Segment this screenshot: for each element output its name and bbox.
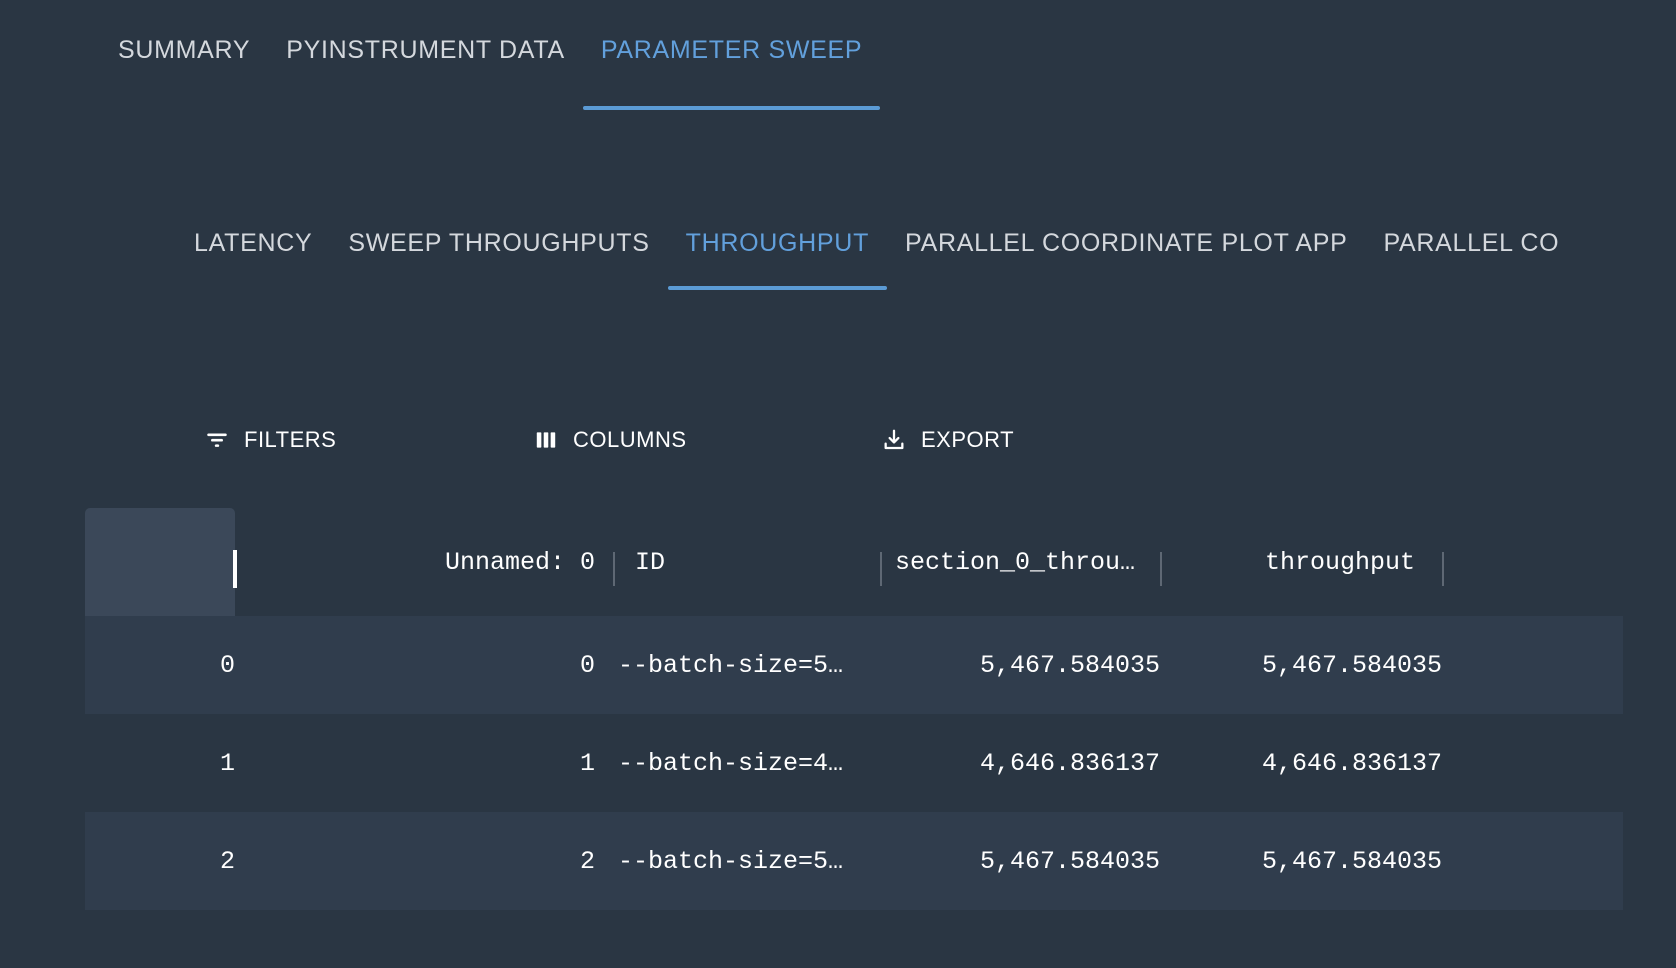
sub-tab-bar: LATENCY SWEEP THROUGHPUTS THROUGHPUT PAR… [0,196,1676,294]
subtab-throughput-label: THROUGHPUT [686,229,869,258]
export-button-label: EXPORT [921,429,1014,451]
column-header-unnamed-0-label: Unnamed: 0 [445,548,595,577]
cell-row-number-value: 1 [220,749,235,778]
column-separator-2[interactable] [880,552,882,586]
subtab-parallel-co[interactable]: PARALLEL CO [1365,196,1577,290]
columns-button-label: COLUMNS [573,429,687,451]
subtab-parallel-coordinate-plot-app-label: PARALLEL COORDINATE PLOT APP [905,229,1347,258]
cell-id-value: --batch-size=5… [618,847,843,876]
cell-section-0-throughput[interactable]: 5,467.584035 [875,616,1160,714]
subtab-sweep-throughputs[interactable]: SWEEP THROUGHPUTS [330,196,667,290]
cell-section-0-throughput[interactable]: 5,467.584035 [875,812,1160,910]
tab-summary-label: SUMMARY [118,36,250,65]
header-cell-cursor [233,550,237,588]
column-header-id-label: ID [635,548,665,577]
subtab-parallel-co-label: PARALLEL CO [1383,229,1559,258]
subtab-throughput[interactable]: THROUGHPUT [668,196,887,290]
main-tab-list: SUMMARY PYINSTRUMENT DATA PARAMETER SWEE… [100,36,880,110]
cell-throughput[interactable]: 4,646.836137 [1155,714,1442,812]
cell-unnamed-0[interactable]: 0 [255,616,595,714]
cell-section-0-throughput-value: 5,467.584035 [980,847,1160,876]
columns-button[interactable]: COLUMNS [525,412,695,468]
tab-summary[interactable]: SUMMARY [100,36,268,110]
cell-throughput[interactable]: 5,467.584035 [1155,616,1442,714]
sub-tab-list: LATENCY SWEEP THROUGHPUTS THROUGHPUT PAR… [176,196,1577,290]
download-icon [881,427,907,453]
subtab-parallel-coordinate-plot-app[interactable]: PARALLEL COORDINATE PLOT APP [887,196,1365,290]
cell-row-number-value: 2 [220,847,235,876]
cell-throughput-value: 5,467.584035 [1262,651,1442,680]
cell-row-number: 0 [85,616,235,714]
cell-throughput-value: 4,646.836137 [1262,749,1442,778]
cell-section-0-throughput[interactable]: 4,646.836137 [875,714,1160,812]
cell-id[interactable]: --batch-size=5… [618,616,858,714]
view-columns-icon [533,427,559,453]
table-row[interactable]: 2 2 --batch-size=5… 5,467.584035 5,467.5… [85,812,1623,910]
cell-throughput[interactable]: 5,467.584035 [1155,812,1442,910]
subtab-latency[interactable]: LATENCY [176,196,330,290]
cell-unnamed-0-value: 0 [580,651,595,680]
main-tab-bar: SUMMARY PYINSTRUMENT DATA PARAMETER SWEE… [0,0,1676,118]
cell-unnamed-0-value: 1 [580,749,595,778]
parameter-sweep-page: SUMMARY PYINSTRUMENT DATA PARAMETER SWEE… [0,0,1676,968]
column-header-unnamed-0[interactable]: Unnamed: 0 [255,508,595,616]
cell-row-number: 1 [85,714,235,812]
cell-row-number-value: 0 [220,651,235,680]
export-button[interactable]: EXPORT [873,412,1022,468]
column-header-throughput-label: throughput [1265,548,1415,577]
cell-id-value: --batch-size=5… [618,651,843,680]
grid-toolbar: FILTERS COLUMNS EXPORT [0,412,1676,474]
data-grid[interactable]: Unnamed: 0 ID section_0_throu… throughpu… [85,508,1623,968]
cell-throughput-value: 5,467.584035 [1262,847,1442,876]
tab-parameter-sweep[interactable]: PARAMETER SWEEP [583,36,880,110]
table-row[interactable]: 0 0 --batch-size=5… 5,467.584035 5,467.5… [85,616,1623,714]
data-grid-header: Unnamed: 0 ID section_0_throu… throughpu… [85,508,1623,616]
filters-button-label: FILTERS [244,429,336,451]
column-header-throughput[interactable]: throughput [1085,508,1415,616]
grid-corner-cell[interactable] [85,508,235,616]
subtab-latency-label: LATENCY [194,229,312,258]
cell-section-0-throughput-value: 5,467.584035 [980,651,1160,680]
filter-list-icon [204,427,230,453]
table-row[interactable]: 1 1 --batch-size=4… 4,646.836137 4,646.8… [85,714,1623,812]
tab-pyinstrument-data[interactable]: PYINSTRUMENT DATA [268,36,583,110]
cell-id-value: --batch-size=4… [618,749,843,778]
cell-section-0-throughput-value: 4,646.836137 [980,749,1160,778]
cell-id[interactable]: --batch-size=4… [618,714,858,812]
cell-id[interactable]: --batch-size=5… [618,812,858,910]
tab-parameter-sweep-label: PARAMETER SWEEP [601,36,862,65]
cell-unnamed-0[interactable]: 2 [255,812,595,910]
cell-unnamed-0-value: 2 [580,847,595,876]
active-subtab-indicator [668,286,887,290]
filters-button[interactable]: FILTERS [196,412,344,468]
cell-unnamed-0[interactable]: 1 [255,714,595,812]
tab-pyinstrument-data-label: PYINSTRUMENT DATA [286,36,565,65]
column-separator-4[interactable] [1442,552,1444,586]
subtab-sweep-throughputs-label: SWEEP THROUGHPUTS [348,229,649,258]
active-tab-indicator [583,106,880,110]
cell-row-number: 2 [85,812,235,910]
column-header-id[interactable]: ID [635,508,815,616]
column-separator-1[interactable] [613,552,615,586]
